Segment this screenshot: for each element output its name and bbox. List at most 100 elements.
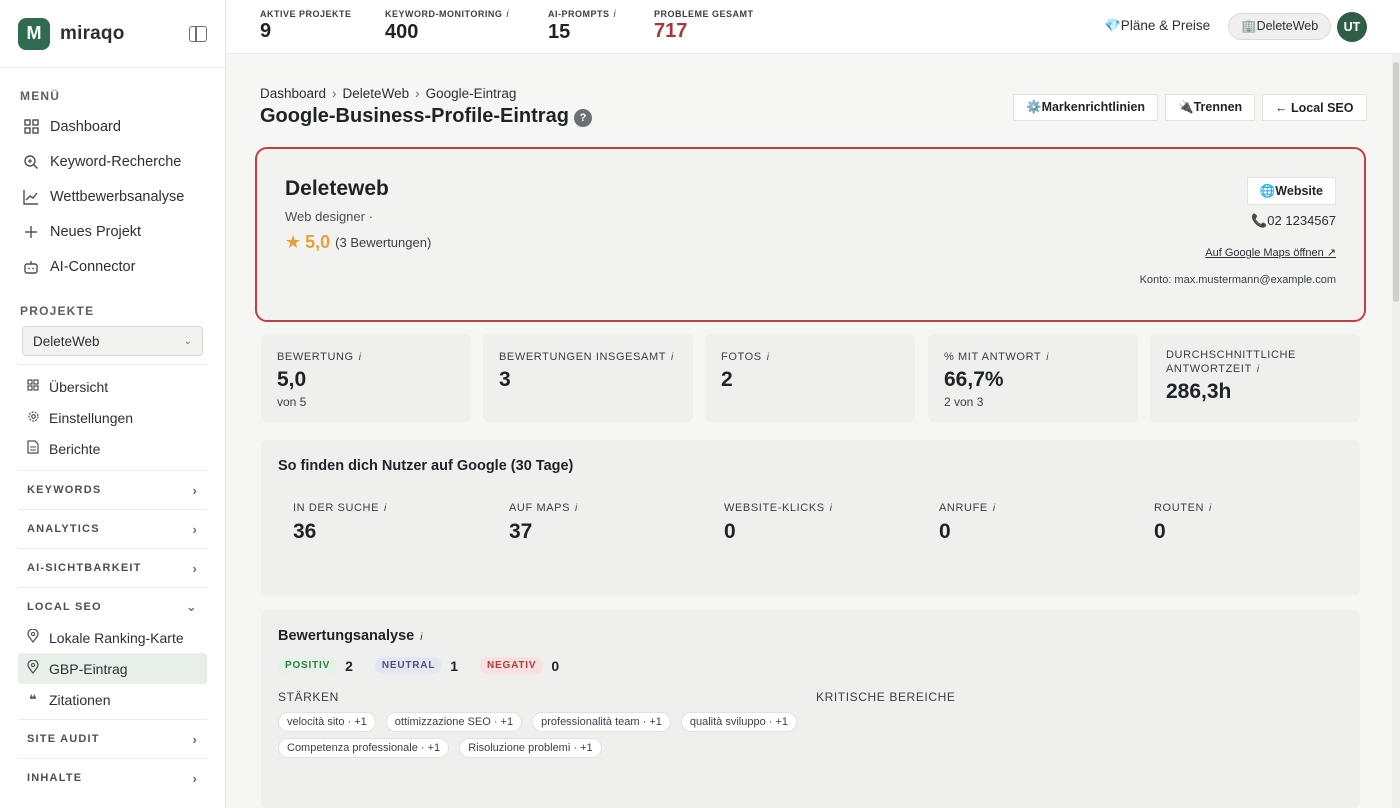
sidebar-toggle-icon[interactable] bbox=[189, 25, 207, 42]
breadcrumb-separator: › bbox=[332, 86, 337, 101]
neutral-badge: NEUTRAL bbox=[374, 657, 443, 674]
divider bbox=[18, 364, 207, 365]
kpi-bewertung: BEWERTUNG i 5,0 von 5 bbox=[261, 334, 471, 422]
nav-item-label: AI-Connector bbox=[50, 258, 136, 275]
pin-icon bbox=[26, 628, 40, 646]
info-icon[interactable]: i bbox=[384, 503, 387, 514]
chevron-right-icon: › bbox=[192, 521, 198, 537]
strengths-label: STÄRKEN bbox=[278, 690, 339, 704]
scrollbar[interactable] bbox=[1392, 54, 1400, 808]
nav-item-ai-connector[interactable]: AI-Connector bbox=[0, 249, 225, 284]
sidebar-group-site-audit[interactable]: SITE AUDIT › bbox=[18, 719, 207, 758]
stat-label: AKTIVE PROJEKTE bbox=[260, 9, 352, 19]
scrollbar-thumb[interactable] bbox=[1393, 62, 1399, 302]
star-icon: ★ bbox=[285, 232, 302, 252]
kpi-mit-antwort: % MIT ANTWORT i 66,7% 2 von 3 bbox=[928, 334, 1138, 422]
sidebar-item-berichte[interactable]: Berichte bbox=[0, 433, 225, 464]
info-icon[interactable]: i bbox=[506, 9, 509, 20]
project-select[interactable]: DeleteWeb ⌄ bbox=[22, 326, 203, 356]
info-icon[interactable]: i bbox=[1257, 364, 1260, 375]
nav-item-wettbewerbsanalyse[interactable]: Wettbewerbsanalyse bbox=[0, 179, 225, 214]
review-analysis-panel: Bewertungsanalyse i POSITIV 2 NEUTRAL 1 N… bbox=[261, 610, 1360, 808]
account-button[interactable]: 🏢DeleteWeb bbox=[1228, 13, 1332, 40]
sidebar-group-ai-sichtbarkeit[interactable]: AI-SICHTBARKEIT › bbox=[18, 548, 207, 587]
sidebar-group-inhalte[interactable]: INHALTE › bbox=[18, 758, 207, 797]
stat-aktive-projekte: AKTIVE PROJEKTE 9 bbox=[260, 9, 352, 43]
sidebar-item-uebersicht[interactable]: Übersicht bbox=[0, 371, 225, 402]
pin-icon bbox=[26, 659, 40, 677]
local-seo-back-button[interactable]: ← Local SEO bbox=[1262, 94, 1367, 121]
sidebar-item-lokale-ranking-karte[interactable]: Lokale Ranking-Karte bbox=[0, 622, 225, 653]
strength-chip: Risoluzione problemi · +1 bbox=[459, 738, 602, 758]
plus-icon bbox=[22, 223, 40, 241]
group-label: KEYWORDS bbox=[27, 484, 102, 496]
main-nav: Dashboard Keyword-Recherche Wettbewerbsa… bbox=[0, 109, 225, 284]
business-profile-card: Deleteweb Web designer · ★ 5,0 (3 Bewert… bbox=[255, 147, 1366, 322]
info-icon[interactable]: i bbox=[671, 352, 674, 363]
neutral-count: 1 bbox=[450, 657, 459, 674]
help-icon[interactable]: ? bbox=[574, 109, 592, 127]
stat-value: 717 bbox=[654, 20, 688, 42]
account-email: Konto: max.mustermann@example.com bbox=[1139, 274, 1336, 286]
positive-badge: POSITIV bbox=[278, 657, 338, 674]
sidebar-group-local-seo[interactable]: LOCAL SEO ⌄ bbox=[18, 587, 207, 626]
topbar: AKTIVE PROJEKTE 9 KEYWORD-MONITORING i 40… bbox=[227, 0, 1400, 54]
metric-value: 37 bbox=[509, 520, 533, 543]
disconnect-button[interactable]: 🔌Trennen bbox=[1165, 94, 1256, 121]
info-icon[interactable]: i bbox=[830, 503, 833, 514]
kpi-value: 2 bbox=[721, 368, 733, 391]
metric-auf-maps: AUF MAPS i 37 bbox=[509, 502, 578, 544]
metric-label: ROUTEN i bbox=[1154, 502, 1212, 514]
strength-chip: velocità sito · +1 bbox=[278, 712, 376, 732]
info-icon[interactable]: i bbox=[359, 352, 362, 363]
kpi-sub: von 5 bbox=[277, 395, 307, 409]
sidebar-item-zitationen[interactable]: ❝ Zitationen bbox=[0, 684, 225, 715]
group-label: INHALTE bbox=[27, 772, 83, 784]
info-icon[interactable]: i bbox=[1046, 352, 1049, 363]
sidebar-item-gbp-eintrag[interactable]: GBP-Eintrag bbox=[18, 653, 207, 684]
grid-icon bbox=[22, 118, 40, 136]
metric-routen: ROUTEN i 0 bbox=[1154, 502, 1212, 544]
negative-count: 0 bbox=[551, 657, 560, 674]
metric-value: 0 bbox=[1154, 520, 1166, 543]
grid-icon bbox=[26, 379, 40, 394]
sidebar-item-einstellungen[interactable]: Einstellungen bbox=[0, 402, 225, 433]
google-maps-link[interactable]: Auf Google Maps öffnen ↗ bbox=[1205, 246, 1336, 259]
breadcrumb-dashboard[interactable]: Dashboard bbox=[260, 86, 326, 101]
sidebar-group-analytics[interactable]: ANALYTICS › bbox=[18, 509, 207, 548]
plans-link[interactable]: 💎Pläne & Preise bbox=[1104, 18, 1210, 34]
metric-label: AUF MAPS i bbox=[509, 502, 578, 514]
info-icon[interactable]: i bbox=[420, 632, 422, 643]
info-icon[interactable]: i bbox=[575, 503, 578, 514]
kpi-label: BEWERTUNG i bbox=[277, 351, 362, 363]
kpi-label: % MIT ANTWORT i bbox=[944, 351, 1050, 363]
sentiment-row: POSITIV 2 NEUTRAL 1 NEGATIV 0 bbox=[278, 657, 581, 674]
kpi-label: DURCHSCHNITTLICHE ANTWORTZEIT i bbox=[1166, 349, 1296, 375]
metric-value: 0 bbox=[724, 520, 736, 543]
logo-icon[interactable]: M bbox=[18, 17, 50, 50]
quote-icon: ❝ bbox=[29, 691, 37, 707]
sidebar-item-label: Übersicht bbox=[49, 378, 109, 395]
info-icon[interactable]: i bbox=[993, 503, 996, 514]
sidebar: M miraqo MENÜ Dashboard Keyword-Recherch… bbox=[0, 0, 226, 808]
business-category: Web designer · bbox=[285, 209, 373, 224]
nav-item-neues-projekt[interactable]: Neues Projekt bbox=[0, 214, 225, 249]
sidebar-group-keywords[interactable]: KEYWORDS › bbox=[18, 470, 207, 509]
stat-keyword-monitoring: KEYWORD-MONITORING i 400 bbox=[385, 9, 509, 44]
nav-item-keyword-recherche[interactable]: Keyword-Recherche bbox=[0, 144, 225, 179]
avatar[interactable]: UT bbox=[1337, 12, 1367, 42]
metric-label: IN DER SUCHE i bbox=[293, 502, 387, 514]
breadcrumb-deleteweb[interactable]: DeleteWeb bbox=[343, 86, 410, 101]
website-button[interactable]: 🌐Website bbox=[1246, 177, 1336, 205]
stat-value: 15 bbox=[548, 21, 571, 43]
group-label: LOCAL SEO bbox=[27, 601, 102, 613]
critical-areas-label: KRITISCHE BEREICHE bbox=[816, 690, 956, 704]
nav-item-dashboard[interactable]: Dashboard bbox=[0, 109, 225, 144]
info-icon[interactable]: i bbox=[614, 9, 617, 20]
logo-text[interactable]: miraqo bbox=[60, 23, 125, 45]
info-icon[interactable]: i bbox=[767, 352, 770, 363]
info-icon[interactable]: i bbox=[1209, 503, 1212, 514]
gear-icon bbox=[26, 410, 40, 426]
brand-guidelines-button[interactable]: ⚙️Markenrichtlinien bbox=[1013, 94, 1159, 121]
strength-chip: ottimizzazione SEO · +1 bbox=[385, 712, 523, 732]
